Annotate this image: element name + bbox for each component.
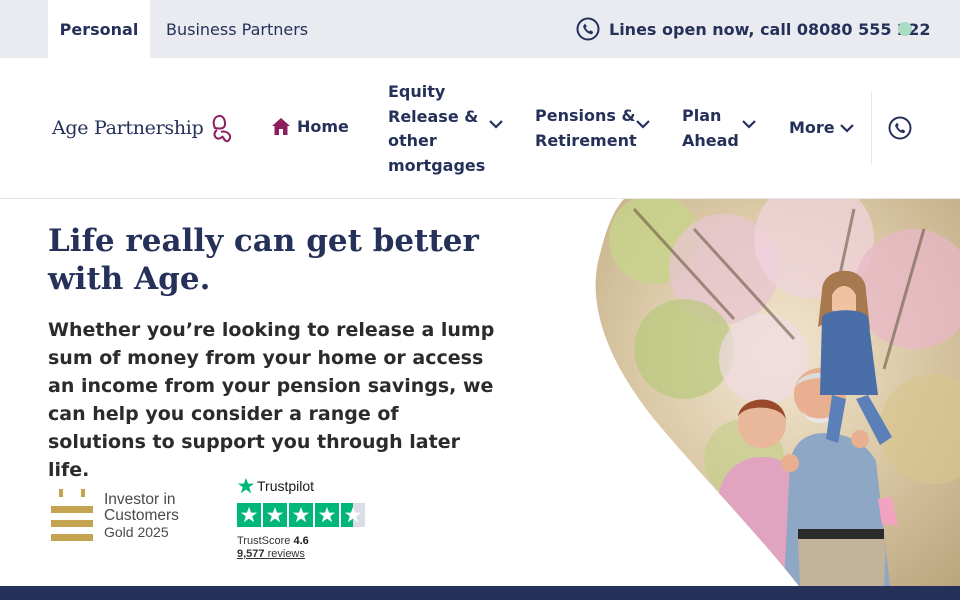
nav-equity-release-label-3: other <box>388 131 437 150</box>
logo-text: Age Partnership <box>52 117 204 139</box>
investor-line-2: Customers <box>104 507 179 524</box>
nav-equity-release-label-1: Equity <box>388 82 446 101</box>
home-icon <box>272 118 290 135</box>
call-text: Lines open now, call 08080 555 222 <box>609 19 931 39</box>
trustpilot-star-5 <box>341 503 365 527</box>
logo[interactable]: Age Partnership <box>52 111 235 145</box>
trustpilot-star-2 <box>263 503 287 527</box>
nav-pensions-label-1: Pensions & <box>535 106 636 125</box>
phone-icon[interactable] <box>888 116 912 140</box>
chevron-down-icon <box>636 120 650 129</box>
star-icon <box>344 506 362 523</box>
nav-equity-release-label-4: mortgages <box>388 155 486 175</box>
hero-title: Life really can get better with Age. <box>48 222 488 298</box>
trustpilot-brand: Trustpilot <box>257 478 315 494</box>
nav-divider <box>871 92 872 164</box>
tab-business-partners[interactable]: Business Partners <box>166 0 308 58</box>
nav-home-label: Home <box>297 117 349 136</box>
trustpilot-reviews-link[interactable]: 9,577 reviews <box>237 548 365 561</box>
star-icon <box>266 506 284 523</box>
top-utility-bar: Personal Business Partners Lines open no… <box>0 0 960 58</box>
main-header: Age Partnership Home Equity Release & ot… <box>0 58 960 199</box>
chevron-down-icon <box>742 120 756 129</box>
trustpilot-star-1 <box>237 503 261 527</box>
trustpilot-star-3 <box>289 503 313 527</box>
star-icon <box>318 506 336 523</box>
trustpilot-widget[interactable]: Trustpilot TrustScore 4.6 9,577 reviews <box>237 476 365 561</box>
nav-plan-ahead-label-1: Plan <box>682 106 722 125</box>
call-link[interactable]: Lines open now, call 08080 555 222 <box>576 17 930 41</box>
hero-title-line-2: with Age. <box>48 261 211 297</box>
hero-family-image <box>595 199 960 586</box>
trustscore-value: 4.6 <box>293 535 309 547</box>
trustpilot-rating-stars <box>237 503 365 527</box>
trustpilot-star-4 <box>315 503 339 527</box>
investor-in-customers-logo-icon <box>51 489 93 541</box>
hero-body: Whether you’re looking to release a lump… <box>48 319 495 481</box>
reviews-label: reviews <box>267 548 305 560</box>
trustscore-label: TrustScore <box>237 535 291 547</box>
nav-plan-ahead-label-2: Ahead <box>682 130 739 150</box>
hero-title-line-1: Life really can get better <box>48 223 479 259</box>
investor-line-3: Gold 2025 <box>104 524 169 540</box>
investor-in-customers-badge: Investor in Customers Gold 2025 <box>50 488 179 544</box>
butterfly-logo-icon <box>213 114 232 143</box>
nav-more[interactable]: More <box>789 116 859 141</box>
nav-plan-ahead[interactable]: Plan Ahead <box>682 104 762 153</box>
trustpilot-star-icon <box>237 477 255 494</box>
chevron-down-icon <box>840 124 854 133</box>
bottom-navy-band <box>0 586 960 600</box>
phone-icon <box>576 17 600 41</box>
reviews-count: 9,577 <box>237 548 265 560</box>
star-icon <box>292 506 310 523</box>
tab-personal[interactable]: Personal <box>48 0 150 58</box>
nav-pensions-retirement[interactable]: Pensions & Retirement <box>535 104 655 153</box>
star-icon <box>240 506 258 523</box>
nav-more-label: More <box>789 118 835 137</box>
nav-equity-release[interactable]: Equity Release & other mortgages <box>388 80 508 178</box>
nav-equity-release-label-2: Release & <box>388 106 479 126</box>
chevron-down-icon <box>489 120 503 129</box>
trustscore: TrustScore 4.6 <box>237 535 365 548</box>
investor-line-1: Investor in <box>104 491 176 508</box>
lines-open-status-dot <box>898 22 912 36</box>
nav-home[interactable]: Home <box>271 117 349 136</box>
nav-pensions-label-2: Retirement <box>535 130 637 150</box>
